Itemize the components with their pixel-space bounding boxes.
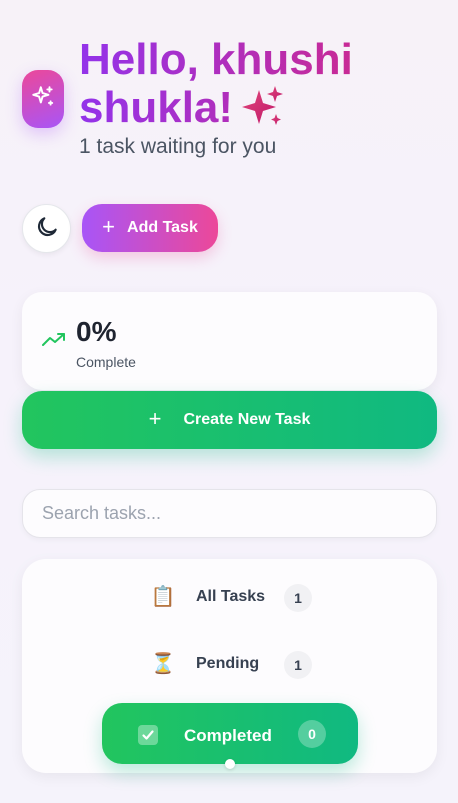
filter-label: Pending — [196, 654, 260, 672]
plus-icon: + — [102, 214, 116, 239]
hourglass-icon: ⏳ — [150, 653, 176, 675]
search-container — [22, 489, 437, 538]
greeting-line1: Hello, khushi — [79, 35, 353, 84]
create-new-task-button[interactable]: + Create New Task — [22, 391, 437, 449]
checkbox-icon — [138, 725, 158, 745]
plus-icon: + — [148, 406, 162, 431]
completion-percent: 0% — [76, 316, 117, 347]
theme-toggle-button[interactable] — [22, 204, 71, 253]
trending-up-icon — [42, 332, 66, 353]
sparkles-emoji-icon — [239, 84, 285, 138]
create-new-task-label: Create New Task — [183, 411, 311, 428]
add-task-button[interactable]: + Add Task — [82, 204, 218, 252]
greeting-line2: shukla! — [79, 83, 234, 132]
filter-all-tasks[interactable]: 📋 All Tasks 1 — [150, 584, 312, 612]
completion-label: Complete — [76, 354, 136, 370]
filter-label: All Tasks — [196, 587, 266, 605]
app-logo — [22, 70, 64, 128]
clipboard-icon: 📋 — [150, 586, 176, 608]
sparkles-icon — [30, 84, 56, 115]
scroll-indicator[interactable] — [225, 759, 235, 769]
count-badge: 1 — [284, 584, 312, 612]
moon-icon — [34, 214, 60, 243]
filter-pending[interactable]: ⏳ Pending 1 — [150, 651, 312, 679]
completion-stats-card: 0% Complete — [22, 292, 437, 390]
greeting-title: Hello, khushi shukla! — [79, 36, 449, 138]
search-input[interactable] — [23, 490, 436, 537]
filter-label: Completed — [184, 726, 272, 745]
count-badge: 0 — [298, 720, 326, 748]
filter-completed[interactable]: Completed 0 — [102, 703, 358, 764]
add-task-label: Add Task — [127, 219, 198, 236]
count-badge: 1 — [284, 651, 312, 679]
task-waiting-subtitle: 1 task waiting for you — [79, 135, 277, 158]
